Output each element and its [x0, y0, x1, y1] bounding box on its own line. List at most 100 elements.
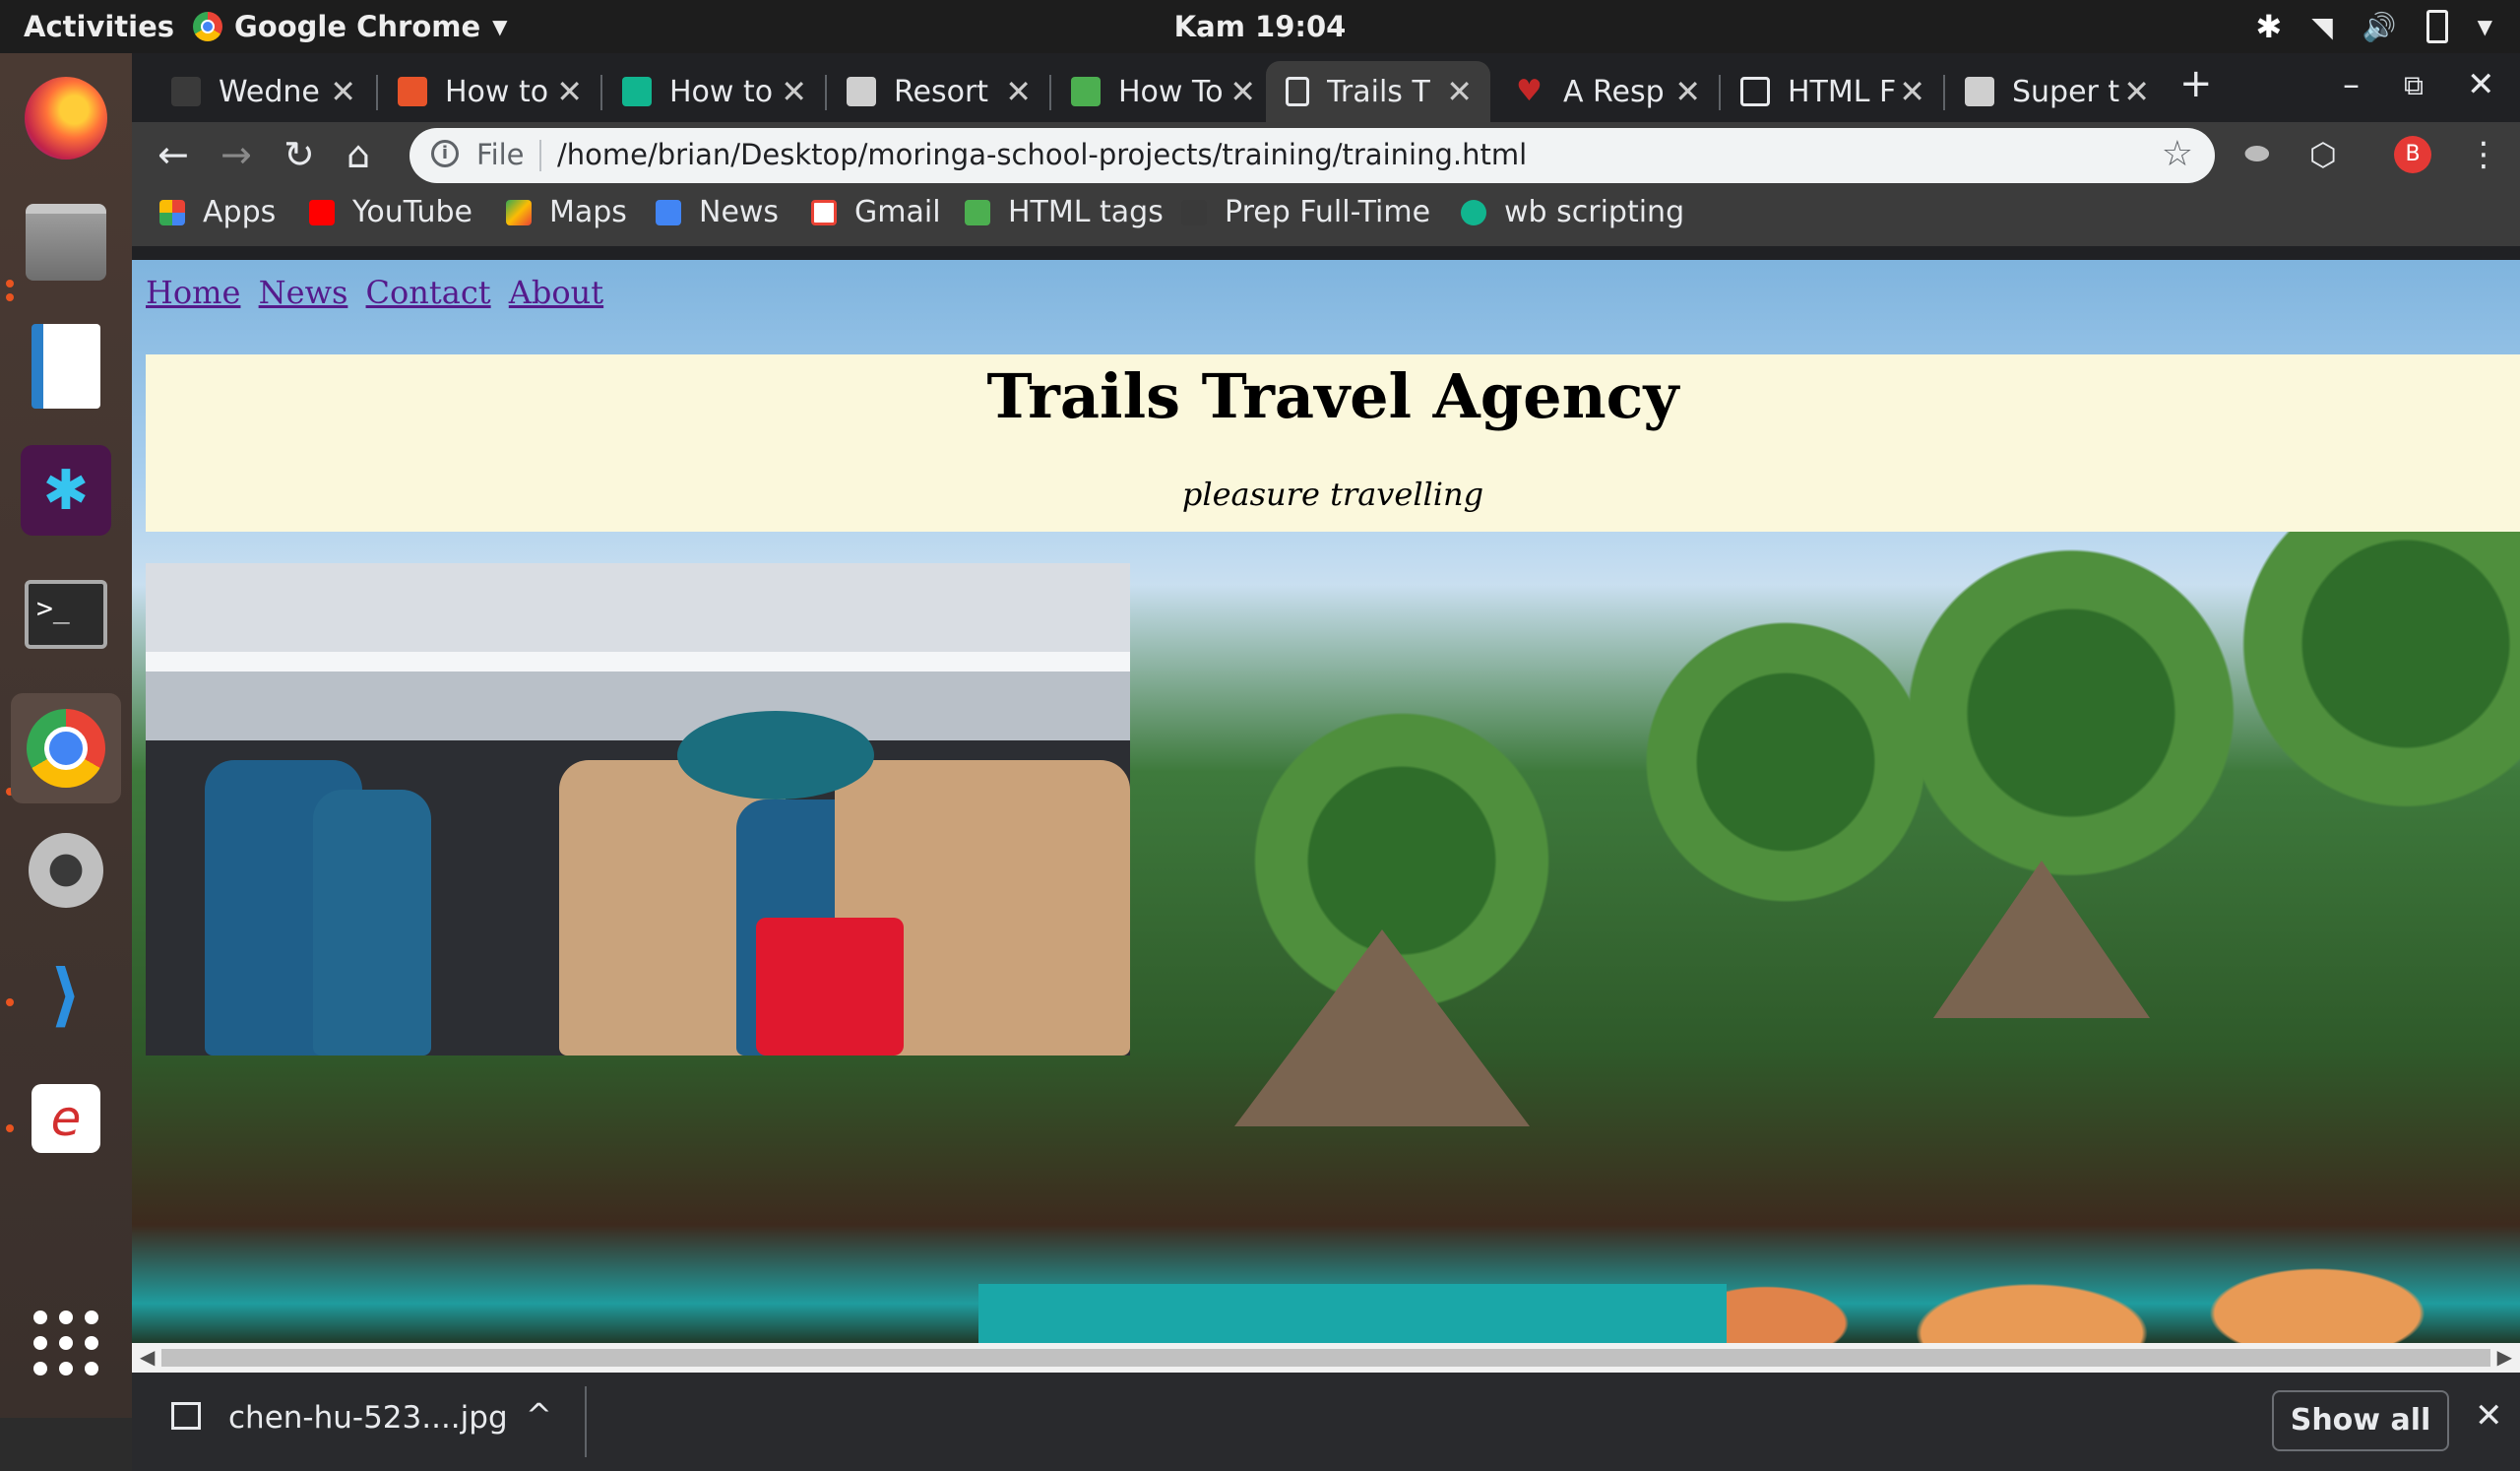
youtube-icon: [309, 199, 335, 225]
settings-icon[interactable]: [21, 825, 111, 916]
bookmark-wb-scripting[interactable]: wb scripting: [1461, 195, 1684, 229]
nav-link-contact[interactable]: Contact: [366, 274, 491, 311]
reload-icon[interactable]: ↻: [284, 136, 315, 173]
show-all-button[interactable]: Show all: [2272, 1390, 2449, 1451]
tab-strip: Wedne ✕ How to ✕ How to ✕ Resort ✕ How T…: [132, 53, 2520, 122]
heart-icon: ♥: [1516, 74, 1543, 108]
minimize-button[interactable]: –: [2343, 65, 2360, 104]
close-tab-icon[interactable]: ✕: [1674, 73, 1701, 110]
tab-favicon: [622, 77, 652, 106]
volume-icon: 🔊: [2362, 10, 2397, 43]
extension-icon[interactable]: ⬬: [2244, 136, 2270, 173]
tab-title: How To: [1118, 74, 1224, 109]
tab-favicon: [847, 77, 876, 106]
wifi-icon: ◥: [2311, 10, 2333, 43]
bus-interior-image: [146, 563, 1130, 1055]
clock[interactable]: Kam 19:04: [0, 10, 2520, 43]
close-tab-icon[interactable]: ✕: [1229, 73, 1256, 110]
chevron-up-icon[interactable]: ^: [526, 1396, 552, 1434]
tab-title: HTML F: [1788, 74, 1896, 109]
html5-icon: [1740, 77, 1770, 106]
hut-roof-image: [1234, 929, 1530, 1126]
tab[interactable]: ♥ A Resp ✕: [1496, 61, 1719, 122]
home-icon[interactable]: ⌂: [346, 136, 370, 173]
tab-favicon: [1071, 77, 1101, 106]
tab[interactable]: HTML F ✕: [1721, 61, 1943, 122]
bookmark-star-icon[interactable]: ☆: [2162, 134, 2193, 174]
tab[interactable]: How to ✕: [602, 61, 825, 122]
vscode-icon[interactable]: ⟩: [21, 949, 111, 1040]
wb-scripting-icon: [1461, 199, 1486, 225]
page-header: Trails Travel Agency pleasure travelling: [146, 354, 2520, 532]
bookmark-maps[interactable]: Maps: [506, 195, 627, 229]
tab[interactable]: How to ✕: [378, 61, 600, 122]
nav-link-about[interactable]: About: [509, 274, 603, 311]
tab-favicon: [1965, 77, 1994, 106]
nav-link-news[interactable]: News: [259, 274, 348, 311]
back-icon[interactable]: ←: [158, 136, 189, 173]
slack-tray-icon[interactable]: ✱: [2255, 8, 2282, 45]
bookmark-news[interactable]: News: [656, 195, 779, 229]
writer-icon[interactable]: [21, 321, 111, 412]
nav-link-home[interactable]: Home: [146, 274, 240, 311]
system-tray[interactable]: ✱ ◥ 🔊 ▼: [2255, 8, 2492, 45]
top-bar: Activities Google Chrome ▼ Kam 19:04 ✱ ◥…: [0, 0, 2520, 53]
close-tab-icon[interactable]: ✕: [2123, 73, 2150, 110]
bookmark-apps[interactable]: Apps: [159, 195, 276, 229]
menu-icon[interactable]: ⋮: [2467, 136, 2500, 173]
tab-title: How to: [445, 74, 549, 109]
close-tab-icon[interactable]: ✕: [1899, 73, 1925, 110]
hut-roof-image: [1933, 861, 2150, 1018]
download-filename[interactable]: chen-hu-523....jpg: [228, 1400, 508, 1436]
files-icon[interactable]: [21, 197, 111, 288]
tab-active[interactable]: Trails T ✕: [1266, 61, 1490, 122]
tab[interactable]: Super t ✕: [1945, 61, 2168, 122]
apps-grid-icon[interactable]: [21, 1298, 111, 1388]
apps-grid-icon: [159, 199, 185, 225]
browser-toolbar: ← → ↻ ⌂ i File /home/brian/Desktop/morin…: [132, 122, 2520, 187]
news-icon: [656, 199, 681, 225]
terminal-icon[interactable]: >_: [21, 569, 111, 660]
pool-image: [978, 1284, 1727, 1343]
tab[interactable]: How To ✕: [1051, 61, 1274, 122]
close-shelf-icon[interactable]: ✕: [2475, 1396, 2503, 1436]
page-nav: Home News Contact About: [146, 274, 611, 311]
tab-title: Wedne: [219, 74, 320, 109]
maps-icon: [506, 199, 532, 225]
chevron-down-icon: ▼: [2477, 15, 2492, 38]
scroll-left-icon[interactable]: ◀: [140, 1345, 155, 1369]
editor-icon[interactable]: e: [21, 1073, 111, 1164]
html-tags-icon: [965, 199, 990, 225]
horizontal-scrollbar[interactable]: ◀ ▶: [132, 1343, 2520, 1373]
chrome-icon[interactable]: [11, 693, 121, 803]
page-viewport: Home News Contact About Trails Travel Ag…: [132, 260, 2520, 1343]
new-tab-button[interactable]: +: [2179, 61, 2213, 106]
firefox-icon[interactable]: [21, 73, 111, 163]
scrollbar-thumb[interactable]: [161, 1349, 2490, 1367]
bookmark-gmail[interactable]: Gmail: [811, 195, 941, 229]
restore-button[interactable]: ⧉: [2404, 69, 2424, 102]
scroll-right-icon[interactable]: ▶: [2497, 1345, 2512, 1369]
url-text[interactable]: /home/brian/Desktop/moringa-school-proje…: [557, 138, 1527, 171]
bookmark-prep-full-time[interactable]: Prep Full-Time: [1181, 195, 1430, 229]
extension-cube-icon[interactable]: ⬡: [2309, 136, 2337, 173]
close-tab-icon[interactable]: ✕: [1446, 73, 1473, 110]
close-tab-icon[interactable]: ✕: [556, 73, 583, 110]
tab[interactable]: Wedne ✕: [152, 61, 374, 122]
tab-favicon: [398, 77, 427, 106]
tab-title: A Resp: [1563, 74, 1665, 109]
bookmark-html-tags[interactable]: HTML tags: [965, 195, 1164, 229]
bookmark-youtube[interactable]: YouTube: [309, 195, 472, 229]
close-window-button[interactable]: ✕: [2467, 65, 2495, 104]
profile-avatar[interactable]: B: [2394, 136, 2431, 173]
address-bar[interactable]: i File /home/brian/Desktop/moringa-schoo…: [410, 128, 2215, 183]
slack-icon[interactable]: ✱: [21, 445, 111, 536]
close-tab-icon[interactable]: ✕: [781, 73, 807, 110]
page-title: Trails Travel Agency: [986, 360, 1679, 432]
forward-icon[interactable]: →: [220, 136, 252, 173]
info-icon[interactable]: i: [431, 140, 459, 167]
battery-icon: [2426, 10, 2448, 43]
close-tab-icon[interactable]: ✕: [330, 73, 356, 110]
close-tab-icon[interactable]: ✕: [1005, 73, 1032, 110]
tab[interactable]: Resort ✕: [827, 61, 1049, 122]
